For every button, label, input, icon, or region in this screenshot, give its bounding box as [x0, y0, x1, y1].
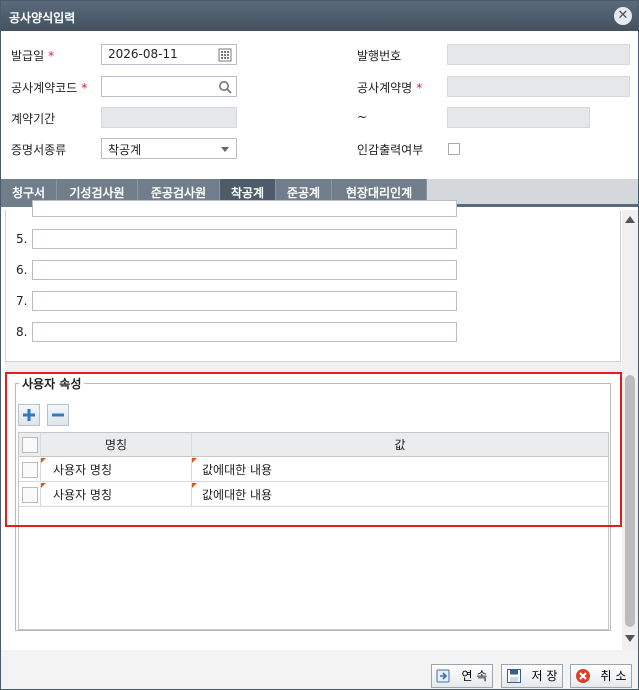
scroll-thumb[interactable]: [625, 375, 635, 627]
table-row[interactable]: 사용자 명칭 값에대한 내용: [19, 483, 608, 507]
contract-period-start: [101, 107, 237, 128]
column-header-name[interactable]: 명칭: [41, 433, 192, 457]
row-value-cell[interactable]: 값에대한 내용: [192, 458, 608, 482]
numbered-input-4[interactable]: [32, 200, 457, 217]
save-icon: [507, 669, 521, 683]
footer-bar: 연 속 저 장 취 소: [1, 650, 638, 689]
numbered-input-8[interactable]: [32, 322, 457, 342]
row-select-cell: [19, 483, 41, 507]
edit-marker-icon: [192, 458, 197, 463]
cancel-button[interactable]: 취 소: [570, 664, 632, 688]
remove-row-button[interactable]: [47, 404, 69, 426]
user-attributes-legend: 사용자 속성: [19, 375, 85, 392]
row-number: 6.: [16, 263, 28, 277]
edit-marker-icon: [41, 483, 46, 488]
numbered-list-panel: 5. 6. 7. 8.: [5, 200, 621, 362]
issue-date-label: 발급일 *: [11, 49, 55, 63]
numbered-input-7[interactable]: [32, 291, 457, 311]
plus-icon: [23, 409, 35, 421]
numbered-input-5[interactable]: [32, 229, 457, 249]
column-header-value[interactable]: 값: [192, 433, 608, 457]
row-checkbox[interactable]: [22, 462, 38, 478]
contract-name-field: [447, 76, 630, 97]
continue-icon: [436, 669, 450, 683]
continue-button[interactable]: 연 속: [431, 664, 493, 688]
vertical-scrollbar[interactable]: [622, 210, 638, 650]
contract-period-label: 계약기간: [11, 112, 56, 126]
title-bar: 공사양식입력 ✕: [1, 1, 638, 31]
edit-marker-icon: [192, 483, 197, 488]
cancel-icon: [576, 669, 590, 683]
search-icon[interactable]: [218, 80, 232, 94]
issue-number-label: 발행번호: [357, 49, 402, 63]
grid-header: 명칭 값: [19, 433, 608, 457]
cert-type-label: 증명서종류: [11, 143, 67, 157]
seal-print-checkbox[interactable]: [448, 143, 460, 155]
edit-marker-icon: [41, 458, 46, 463]
select-all-checkbox[interactable]: [22, 437, 38, 453]
period-tilde: ~: [357, 110, 368, 124]
cert-type-value: 착공계: [108, 143, 142, 157]
seal-print-label: 인감출력여부: [357, 143, 424, 157]
chevron-down-icon: [221, 147, 229, 152]
row-checkbox[interactable]: [22, 487, 38, 503]
scroll-up-icon[interactable]: [625, 216, 635, 223]
select-all-cell: [19, 433, 41, 457]
table-row[interactable]: 사용자 명칭 값에대한 내용: [19, 458, 608, 482]
contract-name-label: 공사계약명 *: [357, 81, 423, 95]
row-select-cell: [19, 458, 41, 482]
contract-code-input[interactable]: [101, 76, 237, 97]
save-button[interactable]: 저 장: [501, 664, 563, 688]
issue-date-input[interactable]: 2026-08-11: [101, 44, 237, 65]
scroll-down-icon[interactable]: [625, 635, 635, 642]
tab-content: 5. 6. 7. 8. 사용자 속성 명칭 값 사용자 명칭 값에대한 내용 사…: [1, 200, 638, 650]
row-name-cell[interactable]: 사용자 명칭: [41, 483, 192, 507]
issue-date-value: 2026-08-11: [108, 47, 178, 61]
section-divider: [5, 362, 621, 374]
row-number: 8.: [16, 325, 28, 339]
form-dialog: 공사양식입력 ✕ 발급일 * 2026-08-11 발행번호 공사계약코드 * 공사…: [0, 0, 639, 690]
close-icon[interactable]: ✕: [614, 7, 632, 25]
row-value-cell[interactable]: 값에대한 내용: [192, 483, 608, 507]
contract-period-end: [447, 107, 590, 128]
minus-icon: [52, 413, 64, 417]
row-number: 5.: [16, 232, 28, 246]
contract-code-label: 공사계약코드 *: [11, 81, 88, 95]
user-attributes-grid: 명칭 값 사용자 명칭 값에대한 내용 사용자 명칭 값에대한 내용: [18, 432, 609, 630]
add-row-button[interactable]: [18, 404, 40, 426]
numbered-input-6[interactable]: [32, 260, 457, 280]
cert-type-select[interactable]: 착공계: [101, 138, 237, 159]
calendar-icon[interactable]: [218, 48, 232, 62]
row-number: 7.: [16, 294, 28, 308]
issue-number-field: [447, 44, 630, 65]
header-form: 발급일 * 2026-08-11 발행번호 공사계약코드 * 공사계약명 * 계약기간…: [1, 31, 638, 179]
row-name-cell[interactable]: 사용자 명칭: [41, 458, 192, 482]
window-title: 공사양식입력: [9, 11, 76, 25]
